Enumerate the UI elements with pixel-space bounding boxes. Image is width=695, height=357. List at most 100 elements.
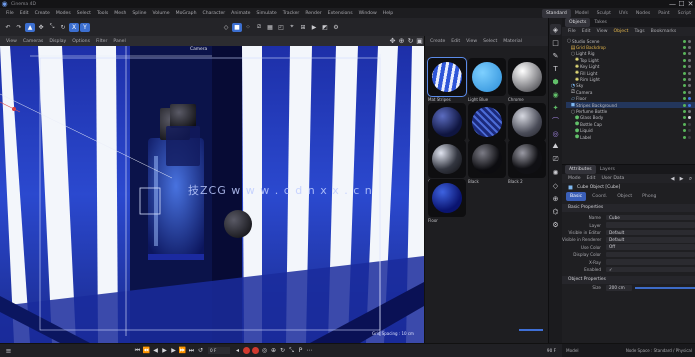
points-mode-icon[interactable]: ⁘	[243, 23, 253, 32]
material-swatch-lightblue[interactable]: Light Blue	[468, 58, 506, 103]
field-value[interactable]: 200 cm	[606, 285, 632, 291]
field-icon[interactable]: ◎	[550, 128, 561, 139]
viewport-menu-filter[interactable]: Filter	[93, 39, 110, 44]
menu-simulate[interactable]: Simulate	[253, 11, 279, 16]
material-zoom-slider[interactable]	[519, 329, 543, 331]
deformer-bend-icon[interactable]: ⌒	[550, 115, 561, 126]
viewport-menu-options[interactable]: Options	[69, 39, 93, 44]
select-tool-icon[interactable]: ▲	[25, 22, 35, 32]
edges-mode-icon[interactable]: ⧄	[254, 23, 264, 32]
key-pla-icon[interactable]: ⋯	[305, 347, 314, 355]
menu-spline[interactable]: Spline	[129, 11, 149, 16]
tab-layers[interactable]: Layers	[596, 165, 619, 174]
frame-step-icon[interactable]: ◂	[233, 347, 242, 355]
generator-icon[interactable]: ⬢	[550, 76, 561, 87]
material-menu-material[interactable]: Material	[500, 39, 525, 44]
subtab-basic[interactable]: Basic	[566, 192, 587, 201]
field-value[interactable]: Off	[606, 244, 695, 251]
model-mode-icon[interactable]: ◇	[221, 23, 231, 32]
tab-layout-standard[interactable]: Standard	[541, 8, 571, 18]
am-forward-icon[interactable]: ▶	[677, 174, 686, 183]
auto-key-icon[interactable]	[252, 347, 259, 354]
scene-nodes-icon[interactable]: ⌬	[550, 206, 561, 217]
subtab-object[interactable]: Object	[613, 192, 636, 201]
am-menu-edit[interactable]: Edit	[584, 176, 599, 181]
settings-icon[interactable]: ⚙	[550, 219, 561, 230]
size-slider[interactable]	[635, 286, 695, 289]
material-swatch-black2[interactable]: Black 2	[508, 140, 546, 185]
menu-extensions[interactable]: Extensions	[325, 11, 356, 16]
om-menu-object[interactable]: Object	[611, 29, 632, 34]
tab-objects[interactable]: Objects	[565, 18, 591, 27]
light-object-icon[interactable]: ✺	[550, 167, 561, 178]
end-frame[interactable]: 90 F	[547, 348, 556, 353]
field-value[interactable]: Default	[606, 229, 695, 236]
viewport-menu-cameras[interactable]: Cameras	[20, 39, 46, 44]
am-search-icon[interactable]: ⌕	[686, 174, 695, 183]
om-menu-bookmarks[interactable]: Bookmarks	[648, 29, 680, 34]
key-param-icon[interactable]: P	[296, 347, 305, 355]
om-menu-edit[interactable]: Edit	[579, 29, 594, 34]
material-swatch-black[interactable]: Black	[468, 140, 506, 185]
cloner-icon[interactable]: ✦	[550, 102, 561, 113]
tag-icon[interactable]: ◇	[550, 180, 561, 191]
viewport-zoom-icon[interactable]: ⊕	[397, 37, 406, 46]
record-keyframe-icon[interactable]	[243, 347, 250, 354]
subtab-coord[interactable]: Coord.	[588, 192, 611, 201]
axis-x-icon[interactable]: X	[69, 22, 79, 32]
render-settings-icon[interactable]: ⚙	[331, 23, 341, 32]
key-position-icon[interactable]: ⊕	[269, 347, 278, 355]
object-mode-icon[interactable]: ■	[232, 22, 242, 32]
material-menu-view[interactable]: View	[463, 39, 480, 44]
menu-tools[interactable]: Tools	[94, 11, 111, 16]
material-swatch-floor[interactable]: Floor	[428, 179, 466, 224]
menu-render[interactable]: Render	[302, 11, 324, 16]
menu-volume[interactable]: Volume	[150, 11, 173, 16]
camera-object-icon[interactable]: ⎚	[550, 154, 561, 165]
viewport-layout-icon[interactable]: ▣	[415, 37, 424, 46]
menu-mograph[interactable]: MoGraph	[173, 11, 200, 16]
viewport-menu-view[interactable]: View	[3, 39, 20, 44]
current-frame[interactable]: 0 F	[208, 347, 230, 354]
tab-layout-nodes[interactable]: Nodes	[632, 9, 654, 18]
go-to-start-icon[interactable]: ⏮	[133, 347, 142, 355]
go-to-end-icon[interactable]: ⏭	[187, 347, 196, 355]
menu-window[interactable]: Window	[356, 11, 380, 16]
tab-layout-script[interactable]: Script	[674, 9, 695, 18]
loop-icon[interactable]: ↺	[196, 347, 205, 355]
environment-icon[interactable]: ⛰	[550, 141, 561, 152]
viewport-canvas[interactable]: Camera Grid Spacing : 10 cm 技ZCG w w w .…	[0, 46, 424, 343]
key-selection-icon[interactable]: ◎	[260, 347, 269, 355]
menu-mesh[interactable]: Mesh	[111, 11, 129, 16]
tab-layout-model[interactable]: Model	[571, 9, 593, 18]
field-value[interactable]: ✓	[606, 266, 695, 273]
menu-modes[interactable]: Modes	[53, 11, 74, 16]
redo-icon[interactable]: ↷	[14, 23, 24, 32]
menu-tracker[interactable]: Tracker	[280, 11, 303, 16]
om-menu-tags[interactable]: Tags	[631, 29, 647, 34]
menu-select[interactable]: Select	[74, 11, 94, 16]
uv-mode-icon[interactable]: ◰	[276, 23, 286, 32]
snap-icon[interactable]: ⌖	[287, 23, 297, 32]
material-menu-select[interactable]: Select	[480, 39, 500, 44]
previous-frame-icon[interactable]: ◀	[151, 347, 160, 355]
viewport-menu-display[interactable]: Display	[46, 39, 69, 44]
tab-layout-sculpt[interactable]: Sculpt	[593, 9, 615, 18]
scale-tool-icon[interactable]: ⤡	[47, 23, 57, 32]
subtab-phong[interactable]: Phong	[638, 192, 660, 201]
polygons-mode-icon[interactable]: ▦	[265, 23, 275, 32]
key-rotation-icon[interactable]: ↻	[278, 347, 287, 355]
subdivision-surface-icon[interactable]: ◉	[550, 89, 561, 100]
material-menu-create[interactable]: Create	[427, 39, 448, 44]
menu-file[interactable]: File	[3, 11, 17, 16]
text-tool-icon[interactable]: T	[550, 63, 561, 74]
om-menu-view[interactable]: View	[594, 29, 611, 34]
menu-character[interactable]: Character	[199, 11, 228, 16]
material-menu-edit[interactable]: Edit	[448, 39, 463, 44]
am-menu-user-data[interactable]: User Data	[598, 176, 627, 181]
menu-edit[interactable]: Edit	[17, 11, 32, 16]
timeline-menu-icon[interactable]: ≡	[4, 346, 13, 355]
field-value[interactable]: Default	[606, 237, 695, 243]
undo-icon[interactable]: ↶	[3, 23, 13, 32]
tree-row[interactable]: ⬢ Label	[566, 134, 695, 140]
